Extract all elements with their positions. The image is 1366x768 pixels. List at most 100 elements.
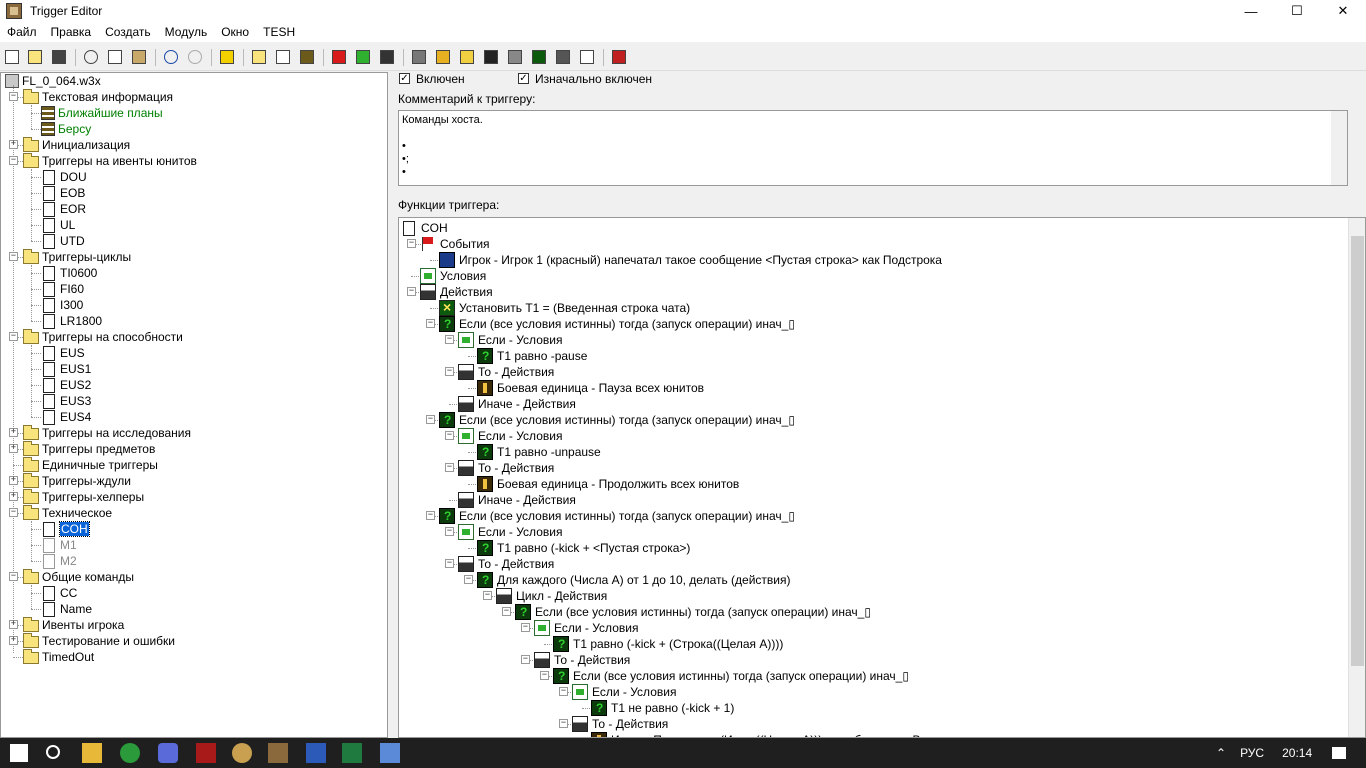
function-node[interactable]: Если - Условия	[458, 332, 562, 348]
save-icon[interactable]	[49, 47, 69, 67]
tree-item[interactable]: UL	[41, 217, 75, 233]
expand-toggle[interactable]: +	[9, 140, 18, 149]
expand-toggle[interactable]: −	[445, 463, 454, 472]
expand-toggle[interactable]: −	[445, 367, 454, 376]
expand-toggle[interactable]: −	[521, 655, 530, 664]
world-editor-icon[interactable]	[268, 743, 288, 763]
function-node[interactable]: T1 не равно (-kick + 1)	[591, 700, 734, 716]
language-indicator[interactable]: РУС	[1240, 746, 1264, 760]
discord-icon[interactable]	[158, 743, 178, 763]
menu-item[interactable]: TESH	[256, 25, 302, 39]
function-node[interactable]: То - Действия	[458, 460, 554, 476]
function-node[interactable]: COH	[401, 220, 448, 236]
tree-item[interactable]: EUS3	[41, 393, 91, 409]
expand-toggle[interactable]: −	[464, 575, 473, 584]
campaign-editor-icon[interactable]	[505, 47, 525, 67]
menu-item[interactable]: Модуль	[158, 25, 215, 39]
expand-toggle[interactable]: +	[9, 428, 18, 437]
tree-item[interactable]: EUS2	[41, 377, 91, 393]
tree-item[interactable]: EOB	[41, 185, 85, 201]
tree-item[interactable]: EUS4	[41, 409, 91, 425]
comment-textarea[interactable]: Команды хоста. • •; •	[398, 110, 1348, 186]
tree-folder[interactable]: Триггеры-циклы	[23, 249, 131, 265]
maximize-button[interactable]: ☐	[1274, 0, 1320, 22]
tree-item[interactable]: LR1800	[41, 313, 102, 329]
function-node[interactable]: То - Действия	[572, 716, 668, 732]
function-node[interactable]: Если (все условия истинны) тогда (запуск…	[439, 508, 795, 524]
function-node[interactable]: Установить T1 = (Введенная строка чата)	[439, 299, 690, 316]
expand-toggle[interactable]: −	[426, 511, 435, 520]
tree-folder[interactable]: Общие команды	[23, 569, 134, 585]
function-node[interactable]: Если - Условия	[572, 684, 676, 700]
expand-toggle[interactable]: −	[483, 591, 492, 600]
function-node[interactable]: Если (все условия истинны) тогда (запуск…	[439, 316, 795, 332]
tree-item[interactable]: M2	[41, 553, 77, 569]
tree-folder[interactable]: Триггеры на ивенты юнитов	[23, 153, 197, 169]
new-comment-icon[interactable]	[297, 47, 317, 67]
function-node[interactable]: Если - Условия	[458, 524, 562, 540]
notepad-icon[interactable]	[380, 743, 400, 763]
paste-icon[interactable]	[129, 47, 149, 67]
tree-folder[interactable]: Триггеры на способности	[23, 329, 183, 345]
word-icon[interactable]	[306, 743, 326, 763]
function-node[interactable]: Иначе - Действия	[458, 492, 576, 508]
function-node[interactable]: Если - Условия	[534, 620, 638, 636]
function-node[interactable]: Если (все условия истинны) тогда (запуск…	[439, 412, 795, 428]
tree-item[interactable]: M1	[41, 537, 77, 553]
undo-icon[interactable]	[161, 47, 181, 67]
expand-toggle[interactable]: +	[9, 620, 18, 629]
chrome-icon[interactable]	[120, 743, 140, 763]
function-node[interactable]: Игрок - Игрок 1 (красный) напечатал тако…	[439, 252, 942, 268]
expand-toggle[interactable]: −	[445, 559, 454, 568]
function-node[interactable]: Цикл - Действия	[496, 588, 607, 604]
tree-item[interactable]: DOU	[41, 169, 87, 185]
expand-toggle[interactable]: +	[9, 492, 18, 501]
function-node[interactable]: T1 равно (-kick + (Строка((Целая А))))	[553, 636, 783, 652]
function-node[interactable]: Условия	[420, 268, 486, 284]
expand-toggle[interactable]: −	[407, 287, 416, 296]
search-icon[interactable]	[46, 745, 60, 759]
functions-scrollbar[interactable]	[1348, 218, 1365, 737]
expand-toggle[interactable]: −	[407, 239, 416, 248]
tree-folder[interactable]: Техническое	[23, 505, 112, 521]
new-category-icon[interactable]	[249, 47, 269, 67]
import-manager-icon[interactable]	[553, 47, 573, 67]
expand-toggle[interactable]: −	[559, 719, 568, 728]
expand-toggle[interactable]: −	[9, 252, 18, 261]
expand-toggle[interactable]: −	[540, 671, 549, 680]
tree-root[interactable]: FL_0_064.w3x	[5, 73, 101, 89]
function-node[interactable]: Боевая единица - Продолжить всех юнитов	[477, 476, 739, 492]
tree-folder[interactable]: Триггеры-ждули	[23, 473, 131, 489]
expand-toggle[interactable]: −	[445, 527, 454, 536]
explorer-icon[interactable]	[82, 743, 102, 763]
tree-folder[interactable]: Текстовая информация	[23, 89, 173, 105]
tree-folder[interactable]: Триггеры на исследования	[23, 425, 191, 441]
function-node[interactable]: Для каждого (Числа А) от 1 до 10, делать…	[477, 572, 791, 588]
test-map-icon[interactable]	[609, 47, 629, 67]
close-button[interactable]: ✕	[1320, 0, 1366, 22]
trigger-editor-icon[interactable]	[433, 47, 453, 67]
copy-icon[interactable]	[105, 47, 125, 67]
tree-item[interactable]: COH	[41, 521, 90, 537]
expand-toggle[interactable]: +	[9, 476, 18, 485]
tree-item[interactable]: FI60	[41, 281, 84, 297]
tree-item[interactable]: CC	[41, 585, 77, 601]
chevron-up-icon[interactable]: ⌃	[1216, 746, 1226, 760]
tree-folder[interactable]: TimedOut	[23, 649, 94, 665]
scrollbar-thumb[interactable]	[1351, 236, 1364, 666]
function-node[interactable]: Иначе - Действия	[458, 396, 576, 412]
clock[interactable]: 20:14	[1282, 746, 1312, 760]
ai-editor-icon[interactable]	[529, 47, 549, 67]
function-node[interactable]: Если (все условия истинны) тогда (запуск…	[515, 604, 871, 620]
tree-item[interactable]: TI0600	[41, 265, 97, 281]
expand-toggle[interactable]: +	[9, 444, 18, 453]
expand-toggle[interactable]: −	[445, 335, 454, 344]
object-manager-icon[interactable]	[577, 47, 597, 67]
tree-item[interactable]: Берсу	[41, 121, 91, 137]
expand-toggle[interactable]: −	[9, 332, 18, 341]
function-node[interactable]: События	[420, 236, 490, 252]
new-event-icon[interactable]	[329, 47, 349, 67]
sound-editor-icon[interactable]	[457, 47, 477, 67]
excel-icon[interactable]	[342, 743, 362, 763]
expand-toggle[interactable]: −	[502, 607, 511, 616]
